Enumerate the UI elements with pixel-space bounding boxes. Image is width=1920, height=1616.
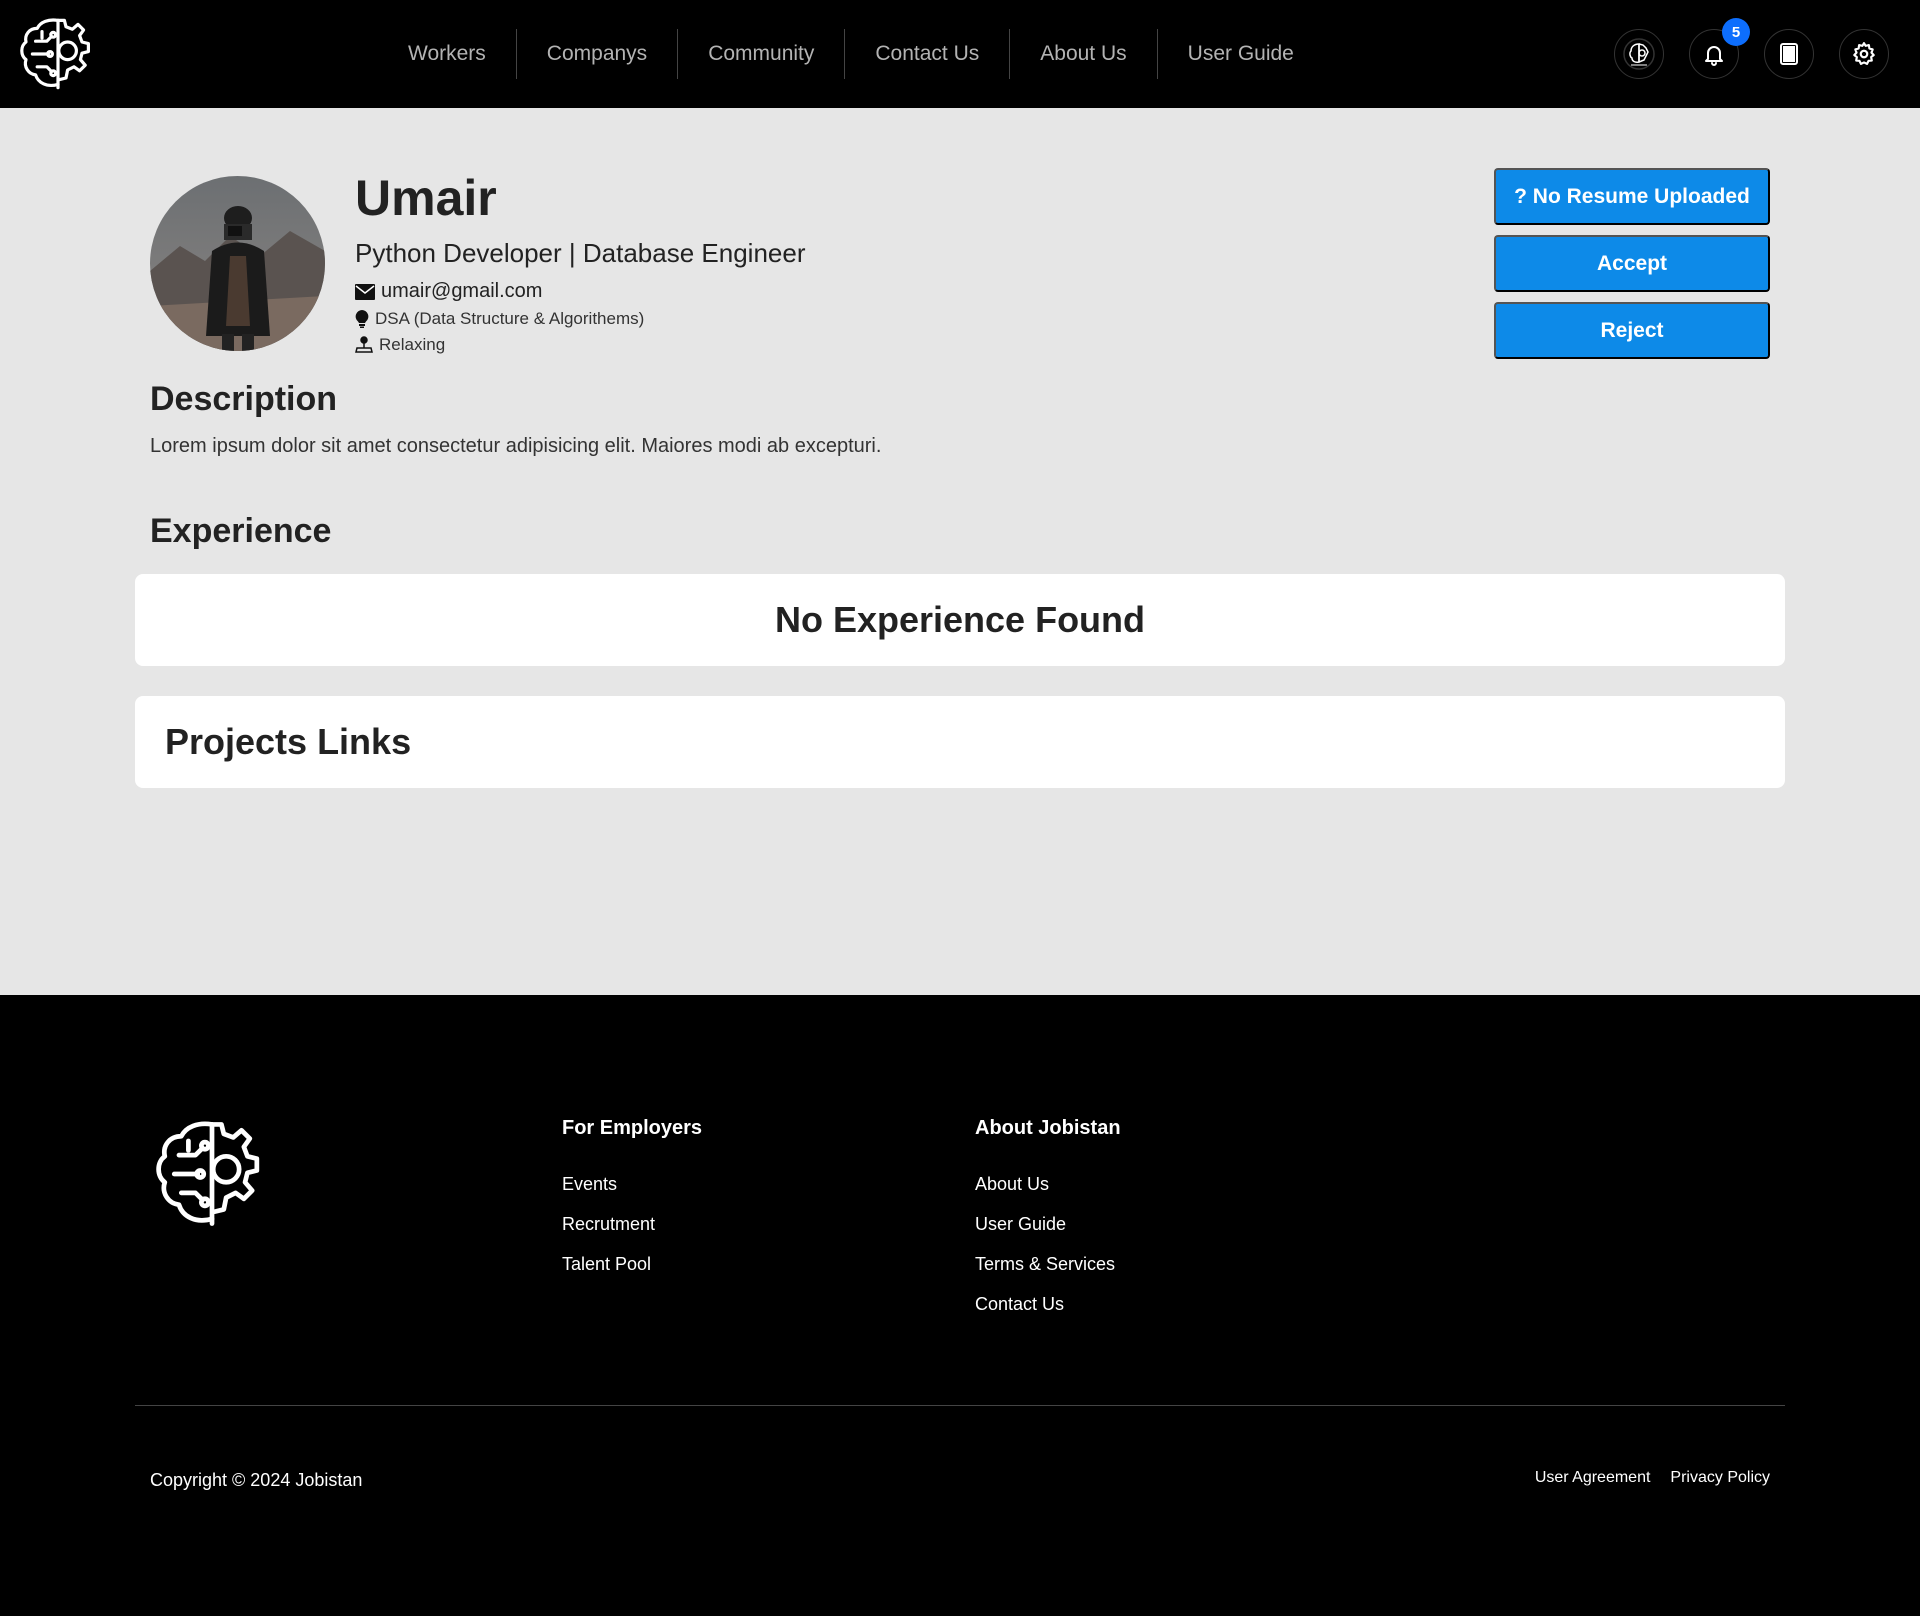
footer-link-contact-us[interactable]: Contact Us xyxy=(975,1294,1121,1334)
notification-count-badge: 5 xyxy=(1722,18,1750,46)
resume-button[interactable]: ? No Resume Uploaded xyxy=(1494,168,1770,225)
experience-heading: Experience xyxy=(150,512,332,550)
email-row: umair@gmail.com xyxy=(355,280,542,303)
experience-card: No Experience Found xyxy=(135,574,1785,666)
bell-icon xyxy=(1705,46,1723,66)
hobby-text: Relaxing xyxy=(379,335,446,354)
copyright-text: Copyright © 2024 Jobistan xyxy=(150,1470,363,1490)
user-agreement-link[interactable]: User Agreement xyxy=(1535,1469,1651,1487)
nav-icon-group: 5 xyxy=(1614,18,1889,79)
footer-employers-column: For Employers Events Recrutment Talent P… xyxy=(562,1117,702,1294)
brain-gear-logo-icon[interactable] xyxy=(18,14,98,94)
footer-about-heading: About Jobistan xyxy=(975,1117,1121,1139)
settings-button[interactable] xyxy=(1839,29,1889,79)
profile-photo xyxy=(150,176,325,351)
footer-link-events[interactable]: Events xyxy=(562,1174,702,1214)
nav-link-about-us[interactable]: About Us xyxy=(1010,29,1158,79)
profile-avatar-button[interactable] xyxy=(1614,29,1664,79)
email-link[interactable]: umair@gmail.com xyxy=(381,280,542,303)
nav-link-contact-us[interactable]: Contact Us xyxy=(845,29,1011,79)
description-text: Lorem ipsum dolor sit amet consectetur a… xyxy=(150,435,882,457)
skill-text: DSA (Data Structure & Algorithems) xyxy=(375,309,645,328)
gear-icon xyxy=(1853,42,1875,65)
footer-link-about-us[interactable]: About Us xyxy=(975,1174,1121,1214)
footer-link-terms[interactable]: Terms & Services xyxy=(975,1254,1121,1294)
footer-employers-heading: For Employers xyxy=(562,1117,703,1139)
footer-about-column: About Jobistan About Us User Guide Terms… xyxy=(975,1117,1121,1334)
footer-link-talent-pool[interactable]: Talent Pool xyxy=(562,1254,702,1294)
profile-avatar-icon xyxy=(1623,38,1655,70)
nav-link-workers[interactable]: Workers xyxy=(378,29,517,79)
privacy-policy-link[interactable]: Privacy Policy xyxy=(1670,1469,1770,1487)
site-footer: For Employers Events Recrutment Talent P… xyxy=(0,995,1920,1616)
skill-row: DSA (Data Structure & Algorithems) xyxy=(355,309,644,329)
nav-link-companys[interactable]: Companys xyxy=(517,29,679,79)
envelope-icon xyxy=(355,283,375,300)
footer-divider xyxy=(135,1405,1785,1406)
hobby-row: Relaxing xyxy=(355,335,445,355)
main-nav: Workers Companys Community Contact Us Ab… xyxy=(378,29,1324,79)
footer-legal-links: User Agreement Privacy Policy xyxy=(1535,1469,1770,1487)
nav-link-community[interactable]: Community xyxy=(678,29,846,79)
profile-name: Umair xyxy=(355,170,497,226)
calculator-icon xyxy=(1780,43,1798,65)
notifications-button[interactable]: 5 xyxy=(1689,18,1750,79)
description-heading: Description xyxy=(150,380,338,418)
footer-link-recrutment[interactable]: Recrutment xyxy=(562,1214,702,1254)
projects-heading: Projects Links xyxy=(165,721,412,762)
nav-link-user-guide[interactable]: User Guide xyxy=(1158,29,1324,79)
no-experience-message: No Experience Found xyxy=(774,599,1146,640)
profile-job-title: Python Developer | Database Engineer xyxy=(355,238,806,268)
joystick-icon xyxy=(355,336,373,353)
projects-card: Projects Links xyxy=(135,696,1785,788)
footer-link-user-guide[interactable]: User Guide xyxy=(975,1214,1121,1254)
footer-brain-gear-logo-icon[interactable] xyxy=(153,1115,271,1233)
reject-button[interactable]: Reject xyxy=(1494,302,1770,359)
calculator-button[interactable] xyxy=(1764,29,1814,79)
top-navbar: Workers Companys Community Contact Us Ab… xyxy=(0,0,1920,108)
accept-button[interactable]: Accept xyxy=(1494,235,1770,292)
lightbulb-icon xyxy=(355,310,369,328)
